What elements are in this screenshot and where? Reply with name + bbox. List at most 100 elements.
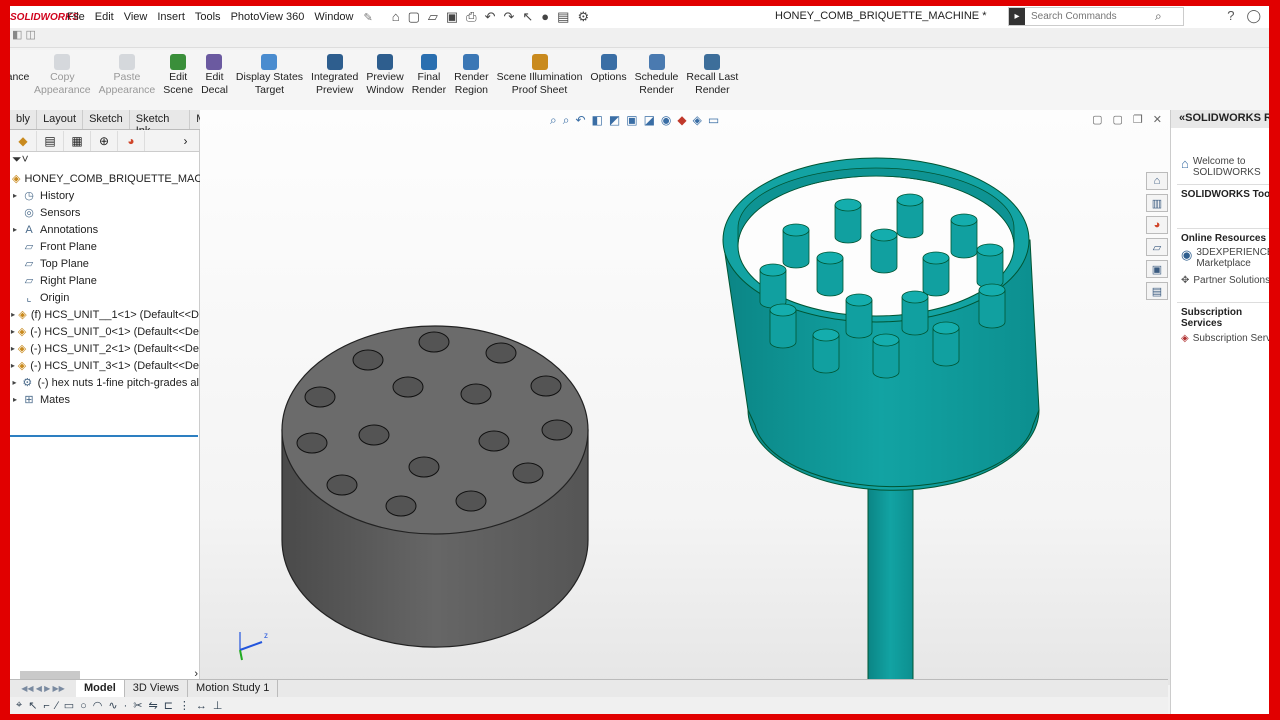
graphics-area[interactable]: ⌕ ⌕ ↶ ◧ ◩ ▣ ◪ ◉ ◆ ◈ ▭ ▢ ▢ ❐ ✕ z: [200, 110, 1170, 685]
expand-arrow-icon[interactable]: ▸: [10, 191, 20, 200]
help-icon[interactable]: ?: [1227, 8, 1234, 24]
dimxpert-tab-icon[interactable]: ⊕: [91, 130, 118, 151]
spline-icon[interactable]: ∿: [108, 699, 117, 712]
display-manager-tab-icon[interactable]: ◕: [118, 130, 145, 151]
tab-0[interactable]: bly: [10, 110, 38, 129]
file-properties-icon[interactable]: ▤: [557, 9, 569, 25]
subscription-services-link[interactable]: ◈ Subscription Serv: [1171, 333, 1269, 344]
tab-navigation[interactable]: ◀◀ ◀ ▶ ▶▶: [10, 680, 76, 697]
rollback-bar[interactable]: [10, 435, 198, 437]
arc-icon[interactable]: ◠: [93, 699, 103, 712]
ribbon-button-4[interactable]: Display States Target: [232, 50, 307, 97]
marketplace-link[interactable]: ◉ 3DEXPERIENCE Marketplace: [1171, 247, 1269, 269]
tab-1[interactable]: Layout: [37, 110, 84, 129]
task-pane-title[interactable]: «SOLIDWORKS Re: [1171, 110, 1269, 128]
mould-part[interactable]: [722, 157, 1040, 685]
expand-arrow-icon[interactable]: ▸: [10, 310, 16, 319]
menu-edit[interactable]: Edit: [90, 11, 119, 24]
bottom-tab-0[interactable]: Model: [76, 680, 125, 697]
model-scene[interactable]: [200, 110, 1170, 685]
appearance-icon[interactable]: ◆: [677, 113, 686, 128]
configuration-tab-icon[interactable]: ▦: [64, 130, 91, 151]
pin-icon[interactable]: ✎: [359, 11, 378, 24]
view-palette-tab-icon[interactable]: ▣: [1146, 260, 1168, 278]
ribbon-button-6[interactable]: Preview Window: [362, 50, 407, 97]
file-explorer-tab-icon[interactable]: ▱: [1146, 238, 1168, 256]
circle-icon[interactable]: ○: [80, 700, 87, 712]
tools-heading[interactable]: SOLIDWORKS Tools: [1171, 189, 1269, 200]
home-icon[interactable]: ⌂: [392, 9, 400, 25]
offset-icon[interactable]: ⊏: [164, 699, 173, 712]
zoom-area-icon[interactable]: ⌕: [563, 113, 570, 128]
relation-icon[interactable]: ⊥: [213, 699, 223, 712]
redo-icon[interactable]: ↷: [503, 9, 514, 25]
ribbon-button-1[interactable]: Paste Appearance: [95, 50, 160, 97]
menu-window[interactable]: Window: [309, 11, 358, 24]
home-tab-icon[interactable]: ⌂: [1146, 172, 1168, 190]
ribbon-button-2[interactable]: Edit Scene: [159, 50, 197, 97]
point-icon[interactable]: ·: [124, 700, 128, 712]
zoom-to-fit-icon[interactable]: ⌕: [550, 113, 557, 128]
ribbon-button-3[interactable]: Edit Decal: [197, 50, 232, 97]
menu-photoview[interactable]: PhotoView 360: [226, 11, 310, 24]
open-icon[interactable]: ▱: [428, 9, 438, 25]
menu-view[interactable]: View: [119, 11, 153, 24]
trim-icon[interactable]: ✂: [133, 699, 142, 712]
sketch-icon[interactable]: ⌐: [43, 700, 49, 712]
menu-file[interactable]: File: [62, 11, 90, 24]
tree-item[interactable]: ▸ ◷ History: [10, 187, 199, 204]
welcome-link[interactable]: ⌂ Welcome to SOLIDWORKS: [1171, 156, 1269, 178]
section-view-icon[interactable]: ◧: [592, 113, 603, 128]
partner-solutions-link[interactable]: ✥ Partner Solutions: [1171, 275, 1269, 286]
tab-2[interactable]: Sketch: [83, 110, 130, 129]
scene-icon[interactable]: ◈: [693, 113, 702, 128]
filter-icon[interactable]: ⏷˅: [10, 152, 199, 170]
undo-icon[interactable]: ↶: [485, 9, 496, 25]
property-manager-tab-icon[interactable]: ▤: [37, 130, 64, 151]
pattern-icon[interactable]: ⋮: [179, 699, 190, 712]
select-icon[interactable]: ↖: [522, 9, 533, 25]
bottom-tab-2[interactable]: Motion Study 1: [188, 680, 279, 697]
appearances-tab-icon[interactable]: ◕: [1146, 216, 1168, 234]
expand-arrow-icon[interactable]: ▸: [10, 327, 16, 336]
ribbon-button-9[interactable]: Scene Illumination Proof Sheet: [493, 50, 587, 97]
briquette-part[interactable]: [281, 325, 589, 648]
custom-properties-tab-icon[interactable]: ▤: [1146, 282, 1168, 300]
tree-item[interactable]: ▱ Top Plane: [10, 255, 199, 272]
menu-tools[interactable]: Tools: [190, 11, 226, 24]
tree-item[interactable]: ▸ ◈ (f) HCS_UNIT__1<1> (Default<<D: [10, 306, 199, 323]
tree-item[interactable]: ▸ ⚙ (-) hex nuts 1-fine pitch-grades al: [10, 374, 199, 391]
tree-item[interactable]: ▱ Front Plane: [10, 238, 199, 255]
tree-item[interactable]: ▸ A Annotations: [10, 221, 199, 238]
expand-arrow-icon[interactable]: ▸: [10, 378, 19, 387]
new-document-icon[interactable]: ▢: [408, 9, 420, 25]
traffic-light-icon[interactable]: ●: [541, 9, 549, 25]
tree-item[interactable]: ▸ ◈ (-) HCS_UNIT_3<1> (Default<<De: [10, 357, 199, 374]
chevron-right-icon[interactable]: ›: [172, 131, 199, 151]
search-commands[interactable]: ▸ ⌕: [1008, 7, 1184, 26]
display-style-icon[interactable]: ◪: [644, 113, 655, 128]
view-orientation-icon[interactable]: ▣: [626, 113, 637, 128]
dynamic-annotation-icon[interactable]: ◩: [609, 113, 620, 128]
tree-item[interactable]: ▸ ⊞ Mates: [10, 391, 199, 408]
tree-item[interactable]: ▱ Right Plane: [10, 272, 199, 289]
partial-appearance-button[interactable]: ance: [10, 50, 30, 84]
tab-3[interactable]: Sketch Ink: [130, 110, 191, 137]
ribbon-button-11[interactable]: Schedule Render: [631, 50, 683, 97]
select-icon[interactable]: ↖: [28, 699, 37, 712]
tree-item[interactable]: ⌞ Origin: [10, 289, 199, 306]
line-icon[interactable]: ∕: [56, 700, 58, 712]
save-icon[interactable]: ▣: [446, 9, 458, 25]
tree-item[interactable]: ▸ ◈ (-) HCS_UNIT_0<1> (Default<<De: [10, 323, 199, 340]
ribbon-button-5[interactable]: Integrated Preview: [307, 50, 362, 97]
expand-arrow-icon[interactable]: ▸: [10, 361, 16, 370]
close-view-icon[interactable]: ✕: [1153, 113, 1162, 126]
dimension-icon[interactable]: ↔: [196, 700, 207, 712]
ribbon-button-8[interactable]: Render Region: [450, 50, 492, 97]
tree-root[interactable]: ◈ HONEY_COMB_BRIQUETTE_MACHIN: [10, 170, 221, 187]
strip-icon[interactable]: ◧ ◫: [12, 29, 36, 41]
expand-arrow-icon[interactable]: ▸: [10, 395, 20, 404]
options-gear-icon[interactable]: ⚙: [577, 9, 589, 25]
print-icon[interactable]: ⎙: [466, 9, 476, 25]
expand-arrow-icon[interactable]: ▸: [10, 344, 16, 353]
